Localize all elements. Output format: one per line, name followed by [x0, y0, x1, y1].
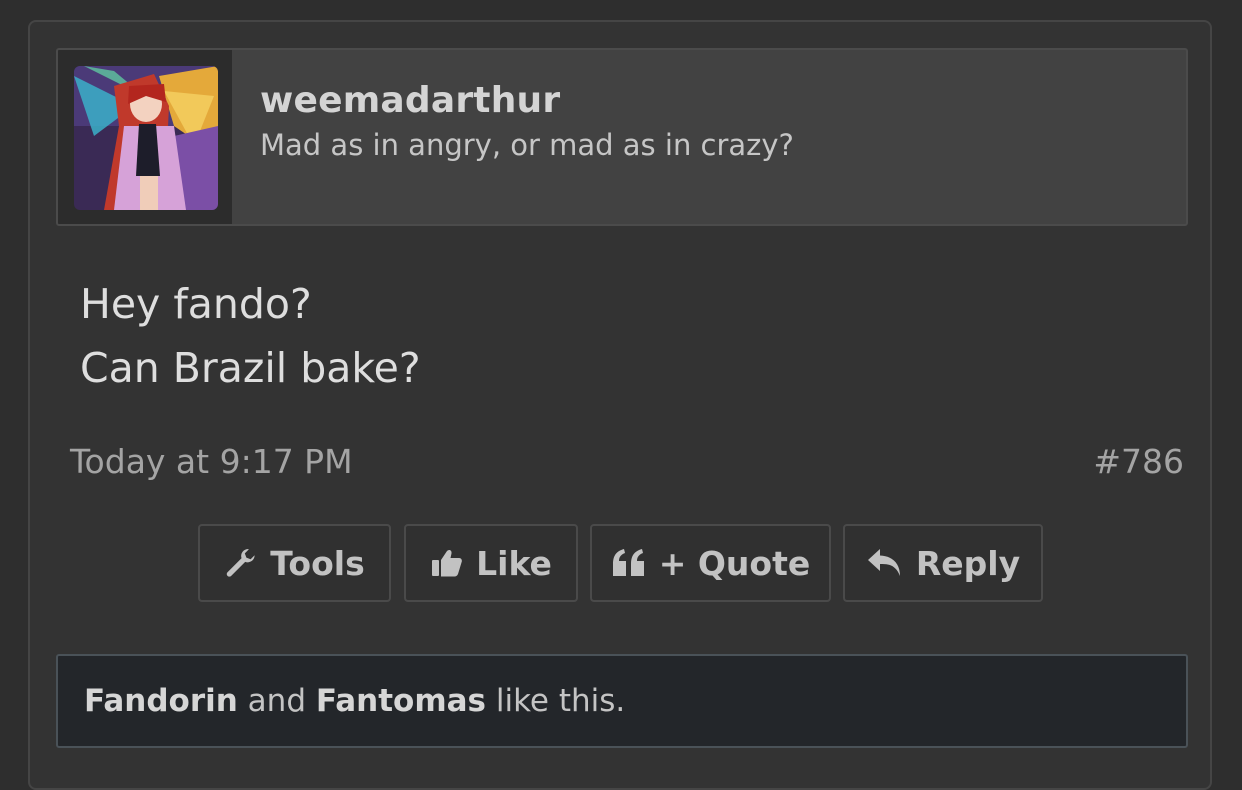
- forum-post: weemadarthur Mad as in angry, or mad as …: [28, 20, 1212, 790]
- message-line: Can Brazil bake?: [80, 344, 421, 392]
- liker-link[interactable]: Fantomas: [316, 683, 486, 719]
- liker-link[interactable]: Fandorin: [84, 683, 238, 719]
- wrench-icon: [224, 546, 258, 580]
- like-button-label: Like: [476, 543, 552, 583]
- post-permalink-number[interactable]: #786: [1093, 442, 1184, 481]
- post-timestamp[interactable]: Today at 9:17 PM: [70, 442, 353, 481]
- quote-icon: [611, 548, 647, 578]
- likes-summary-bar: Fandorin and Fantomas like this.: [56, 654, 1188, 748]
- tools-button[interactable]: Tools: [198, 524, 391, 602]
- reply-button[interactable]: Reply: [843, 524, 1043, 602]
- reply-button-label: Reply: [915, 543, 1021, 583]
- post-author-block: weemadarthur Mad as in angry, or mad as …: [56, 48, 1188, 226]
- post-message: Hey fando? Can Brazil bake?: [80, 272, 421, 400]
- author-username[interactable]: weemadarthur: [260, 80, 560, 121]
- likes-suffix-text: like this.: [486, 683, 626, 719]
- thumbs-up-icon: [430, 546, 464, 580]
- like-button[interactable]: Like: [404, 524, 578, 602]
- quote-button-label: + Quote: [658, 543, 811, 583]
- author-user-title: Mad as in angry, or mad as in crazy?: [260, 128, 794, 162]
- avatar[interactable]: [74, 66, 218, 210]
- reply-arrow-icon: [866, 547, 904, 579]
- quote-button[interactable]: + Quote: [590, 524, 831, 602]
- likes-connector-text: and: [237, 683, 316, 719]
- avatar-column: [58, 50, 232, 224]
- tools-button-label: Tools: [270, 543, 365, 583]
- message-line: Hey fando?: [80, 280, 312, 328]
